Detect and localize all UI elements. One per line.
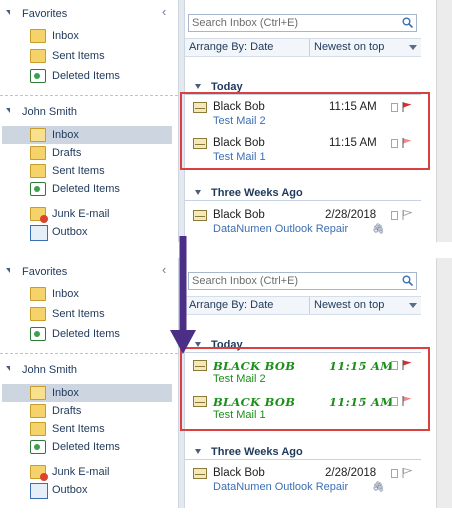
arrange-bar[interactable]: Arrange By: Date Newest on top bbox=[185, 296, 421, 315]
sidebar-item-sent[interactable]: Sent Items bbox=[2, 420, 172, 438]
category-checkbox[interactable] bbox=[391, 469, 398, 478]
junk-icon bbox=[30, 465, 48, 481]
highlight-box bbox=[180, 92, 430, 170]
collapse-nav-icon[interactable]: ‹ bbox=[162, 262, 166, 277]
navigation-pane: Favorites ‹ Inbox Sent Items Deleted Ite… bbox=[0, 258, 178, 508]
trash-icon bbox=[30, 69, 46, 83]
search-input[interactable]: Search Inbox (Ctrl+E) bbox=[188, 272, 417, 290]
scrollbar[interactable] bbox=[436, 0, 452, 242]
favorites-item-inbox[interactable]: Inbox bbox=[2, 285, 172, 303]
folder-icon bbox=[30, 404, 46, 418]
chevron-down-icon[interactable] bbox=[409, 303, 417, 308]
sidebar-item-inbox[interactable]: Inbox bbox=[2, 126, 172, 144]
outlook-panel-before: Favorites ‹ Inbox Sent Items Deleted Ite… bbox=[0, 0, 452, 242]
outbox-icon bbox=[30, 225, 48, 241]
trash-icon bbox=[30, 182, 46, 196]
favorites-item-sent[interactable]: Sent Items bbox=[2, 47, 172, 65]
folder-icon bbox=[30, 146, 46, 160]
sidebar-item-inbox[interactable]: Inbox bbox=[2, 384, 172, 402]
sort-order-label[interactable]: Newest on top bbox=[314, 299, 384, 311]
collapse-triangle-icon[interactable] bbox=[6, 10, 10, 15]
account-header[interactable]: John Smith bbox=[0, 362, 178, 380]
folder-icon bbox=[30, 164, 46, 178]
sidebar-item-outbox[interactable]: Outbox bbox=[2, 223, 172, 241]
search-input[interactable]: Search Inbox (Ctrl+E) bbox=[188, 14, 417, 32]
sidebar-item-outbox[interactable]: Outbox bbox=[2, 481, 172, 499]
sort-order-label[interactable]: Newest on top bbox=[314, 41, 384, 53]
folder-icon bbox=[30, 49, 46, 63]
category-checkbox[interactable] bbox=[391, 211, 398, 220]
navigation-pane: Favorites ‹ Inbox Sent Items Deleted Ite… bbox=[0, 0, 178, 242]
sidebar-item-junk[interactable]: Junk E-mail bbox=[2, 463, 172, 481]
account-header[interactable]: John Smith bbox=[0, 104, 178, 122]
arrange-by-label[interactable]: Arrange By: Date bbox=[189, 299, 273, 311]
chevron-down-icon[interactable] bbox=[409, 45, 417, 50]
sidebar-item-drafts[interactable]: Drafts bbox=[2, 144, 172, 162]
favorites-header[interactable]: Favorites bbox=[0, 6, 178, 24]
group-header-older[interactable]: Three Weeks Ago bbox=[185, 444, 421, 460]
scrollbar[interactable] bbox=[436, 258, 452, 508]
favorites-item-inbox[interactable]: Inbox bbox=[2, 27, 172, 45]
favorites-item-deleted[interactable]: Deleted Items bbox=[2, 325, 172, 343]
collapse-triangle-icon[interactable] bbox=[195, 84, 201, 89]
folder-icon bbox=[30, 29, 46, 43]
collapse-triangle-icon[interactable] bbox=[6, 366, 10, 371]
junk-icon bbox=[30, 207, 48, 223]
trash-icon bbox=[30, 440, 46, 454]
outlook-panel-after: Favorites ‹ Inbox Sent Items Deleted Ite… bbox=[0, 258, 452, 508]
sidebar-item-drafts[interactable]: Drafts bbox=[2, 402, 172, 420]
folder-icon bbox=[30, 287, 46, 301]
favorites-header[interactable]: Favorites bbox=[0, 264, 178, 282]
message-row[interactable]: Black Bob 2/28/2018 DataNumen Outlook Re… bbox=[185, 464, 421, 493]
group-header-older[interactable]: Three Weeks Ago bbox=[185, 185, 421, 201]
envelope-icon bbox=[193, 210, 207, 221]
sidebar-item-deleted[interactable]: Deleted Items bbox=[2, 180, 172, 198]
favorites-item-sent[interactable]: Sent Items bbox=[2, 305, 172, 323]
favorites-item-deleted[interactable]: Deleted Items bbox=[2, 67, 172, 85]
inbox-folder-icon bbox=[30, 128, 46, 142]
sidebar-item-deleted[interactable]: Deleted Items bbox=[2, 438, 172, 456]
arrange-bar[interactable]: Arrange By: Date Newest on top bbox=[185, 38, 421, 57]
divider bbox=[0, 95, 178, 96]
paperclip-icon: 🖇 bbox=[372, 482, 385, 493]
down-arrow-icon bbox=[170, 236, 196, 354]
message-row[interactable]: Black Bob 2/28/2018 DataNumen Outlook Re… bbox=[185, 206, 421, 235]
divider bbox=[0, 353, 178, 354]
collapse-nav-icon[interactable]: ‹ bbox=[162, 4, 166, 19]
search-icon[interactable] bbox=[402, 275, 413, 286]
outbox-icon bbox=[30, 483, 48, 499]
folder-icon bbox=[30, 422, 46, 436]
inbox-folder-icon bbox=[30, 386, 46, 400]
collapse-triangle-icon[interactable] bbox=[195, 449, 201, 454]
flag-icon[interactable] bbox=[402, 468, 412, 478]
sidebar-item-junk[interactable]: Junk E-mail bbox=[2, 205, 172, 223]
collapse-triangle-icon[interactable] bbox=[195, 190, 201, 195]
trash-icon bbox=[30, 327, 46, 341]
flag-icon[interactable] bbox=[402, 210, 412, 220]
search-icon[interactable] bbox=[402, 17, 413, 28]
sidebar-item-sent[interactable]: Sent Items bbox=[2, 162, 172, 180]
arrange-by-label[interactable]: Arrange By: Date bbox=[189, 41, 273, 53]
folder-icon bbox=[30, 307, 46, 321]
envelope-icon bbox=[193, 468, 207, 479]
collapse-triangle-icon[interactable] bbox=[6, 268, 10, 273]
highlight-box bbox=[180, 347, 430, 431]
paperclip-icon: 🖇 bbox=[372, 224, 385, 235]
collapse-triangle-icon[interactable] bbox=[6, 108, 10, 113]
